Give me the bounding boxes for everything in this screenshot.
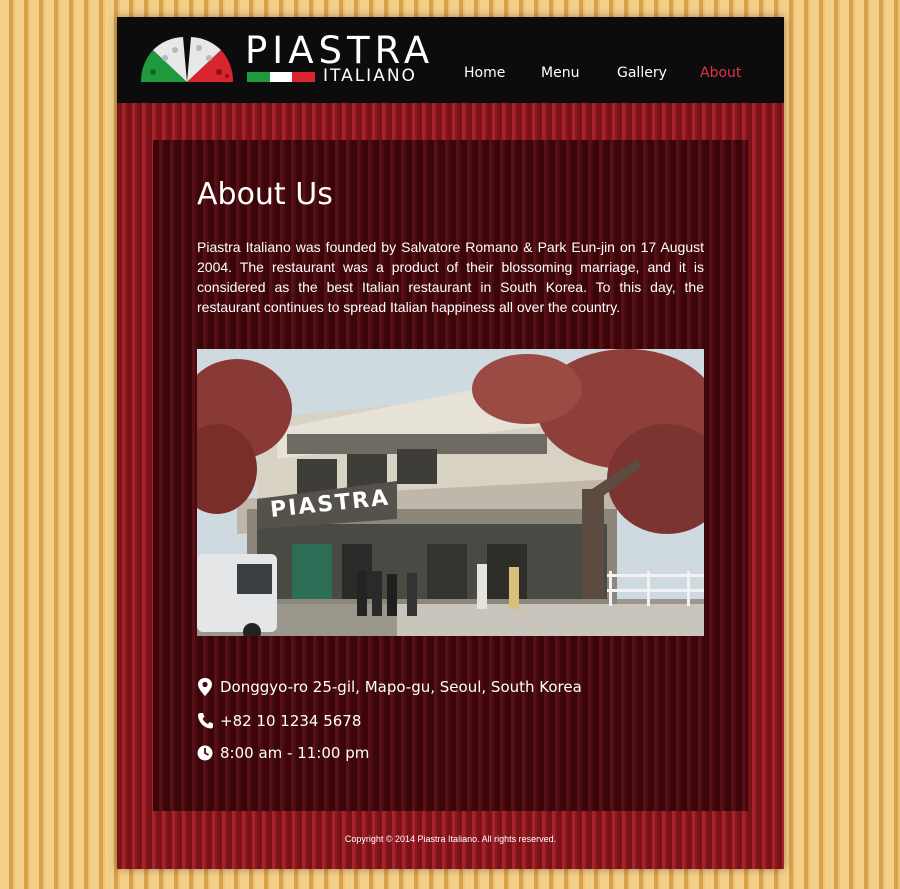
nav-home[interactable]: Home <box>464 65 505 81</box>
nav-gallery[interactable]: Gallery <box>617 65 667 81</box>
map-pin-icon <box>198 678 212 696</box>
hours-row: 8:00 am - 11:00 pm <box>197 744 369 762</box>
hours-text: 8:00 am - 11:00 pm <box>220 744 370 762</box>
site-container: PIASTRA ITALIANO Home Menu Gallery About… <box>117 17 784 869</box>
footer-copyright: Copyright © 2014 Piastra Italiano. All r… <box>344 834 557 844</box>
address-text: Donggyo-ro 25-gil, Mapo-gu, Seoul, South… <box>220 678 582 696</box>
phone-row: +82 10 1234 5678 <box>197 712 361 730</box>
main-nav: Home Menu Gallery About <box>117 65 784 85</box>
restaurant-photo: PIASTRA <box>197 349 704 636</box>
phone-text: +82 10 1234 5678 <box>220 712 362 730</box>
page-title: About Us <box>197 177 333 212</box>
clock-icon <box>197 745 213 761</box>
nav-about[interactable]: About <box>700 65 741 81</box>
site-header: PIASTRA ITALIANO Home Menu Gallery About <box>117 17 784 103</box>
nav-menu[interactable]: Menu <box>541 65 579 81</box>
phone-icon <box>198 713 213 729</box>
address-row: Donggyo-ro 25-gil, Mapo-gu, Seoul, South… <box>197 678 582 696</box>
intro-paragraph: Piastra Italiano was founded by Salvator… <box>197 239 704 315</box>
